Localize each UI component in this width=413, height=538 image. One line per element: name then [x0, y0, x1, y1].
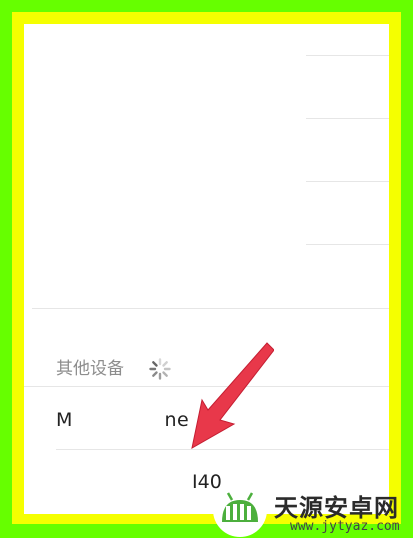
android-logo-icon [213, 483, 267, 537]
device-item-1[interactable]: M ne [56, 408, 189, 432]
pointer-arrow-icon [191, 342, 274, 449]
other-devices-label: 其他设备 [56, 359, 124, 379]
list-divider [306, 244, 389, 245]
site-watermark: 天源安卓网 www.jytyaz.com [212, 482, 413, 538]
watermark-url: www.jytyaz.com [290, 519, 400, 534]
list-divider [306, 181, 389, 182]
watermark-site-name: 天源安卓网 [274, 494, 399, 522]
list-divider [306, 118, 389, 119]
list-divider [306, 55, 389, 56]
section-divider [32, 308, 389, 309]
loading-spinner-icon [149, 358, 171, 380]
